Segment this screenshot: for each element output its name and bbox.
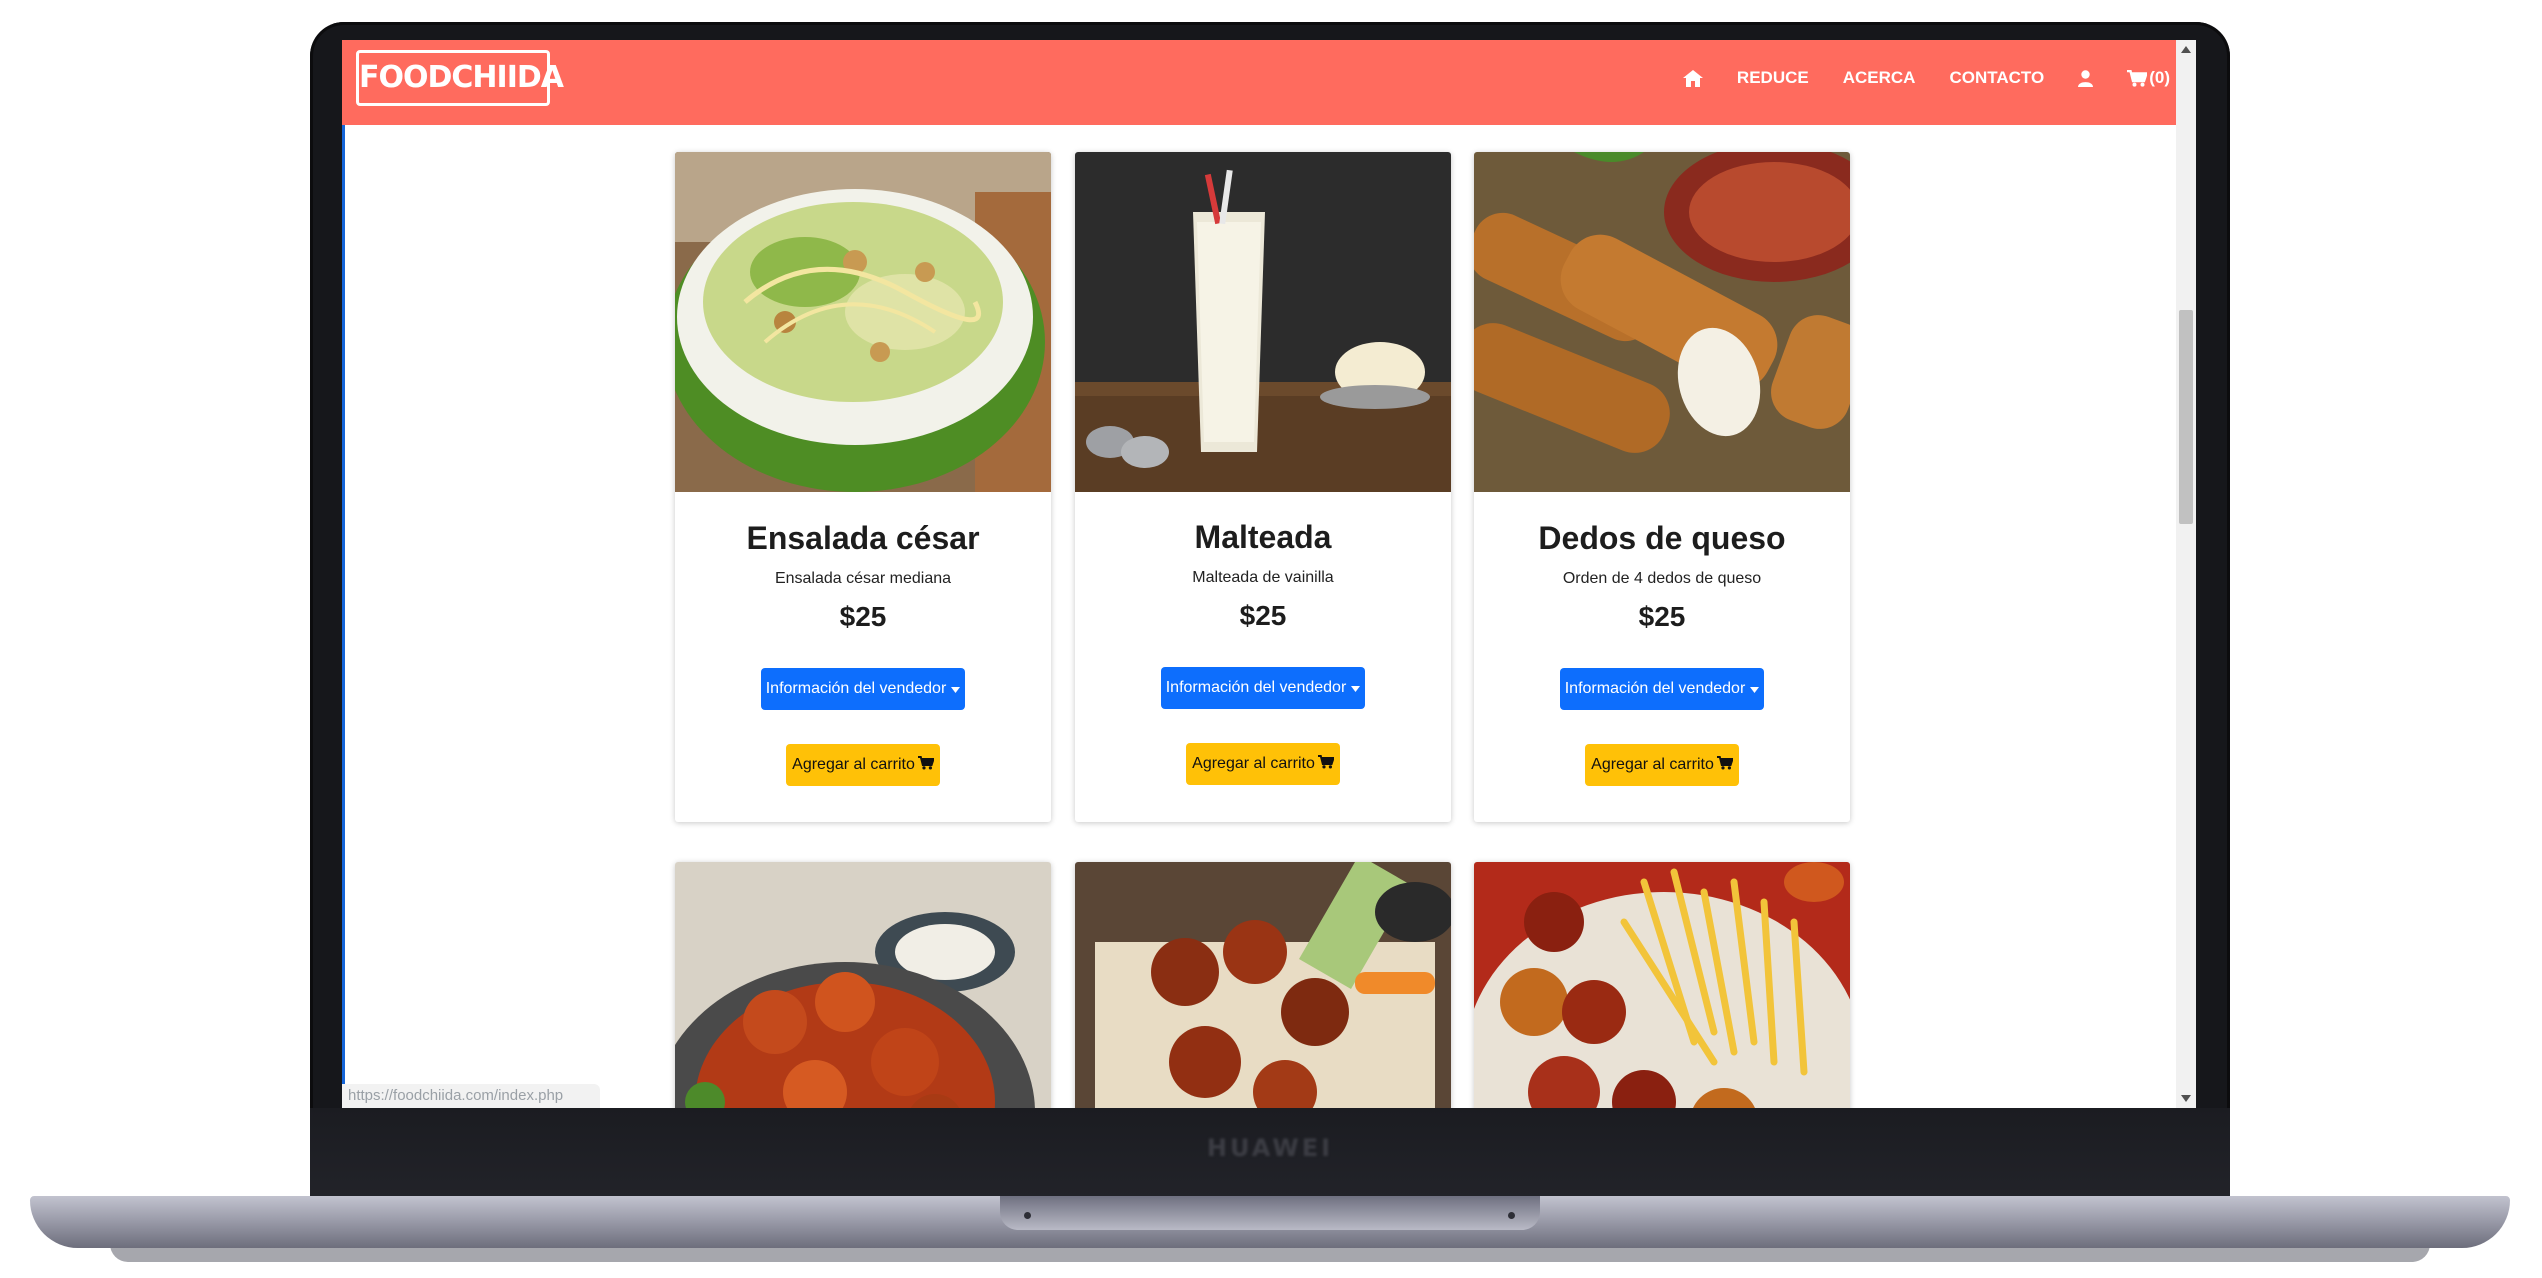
- product-card: Malteada Malteada de vainilla $25 Inform…: [1075, 152, 1451, 822]
- caret-down-icon: [1351, 679, 1361, 697]
- nav-links: REDUCE ACERCA CONTACTO (0): [1682, 68, 2170, 88]
- vendor-info-button[interactable]: Información del vendedor: [1161, 667, 1365, 709]
- laptop-brand: HUAWEI: [1206, 1134, 1334, 1162]
- product-title: Dedos de queso: [1538, 520, 1786, 556]
- add-to-cart-label: Agregar al carrito: [1591, 756, 1714, 773]
- product-title: Ensalada césar: [746, 520, 980, 556]
- home-icon[interactable]: [1682, 69, 1703, 87]
- product-price: $25: [839, 601, 887, 632]
- hinge-dot: [1508, 1212, 1515, 1219]
- browser-viewport: FOODCHIIDA REDUCE ACERCA CONTACTO (0) En…: [342, 40, 2196, 1108]
- caret-down-icon: [951, 680, 961, 698]
- product-card: [1075, 862, 1451, 1108]
- cart-icon: [1716, 755, 1734, 775]
- nav-link-contacto[interactable]: CONTACTO: [1949, 68, 2044, 88]
- cart-icon: [917, 755, 935, 775]
- add-to-cart-label: Agregar al carrito: [792, 756, 915, 773]
- product-card: Ensalada césar Ensalada césar mediana $2…: [675, 152, 1051, 822]
- product-description: Malteada de vainilla: [1192, 569, 1334, 586]
- page-scrollbar[interactable]: [2176, 40, 2196, 1108]
- vendor-info-button[interactable]: Información del vendedor: [761, 668, 965, 710]
- caesar-salad-image: [675, 152, 1051, 492]
- cart-icon: [1317, 754, 1335, 774]
- vendor-info-button[interactable]: Información del vendedor: [1560, 668, 1764, 710]
- product-card: [675, 862, 1051, 1108]
- add-to-cart-label: Agregar al carrito: [1192, 755, 1315, 772]
- product-card: Dedos de queso Orden de 4 dedos de queso…: [1474, 152, 1850, 822]
- site-logo[interactable]: FOODCHIIDA: [356, 50, 564, 106]
- add-to-cart-button[interactable]: Agregar al carrito: [1585, 744, 1739, 786]
- milkshake-image: [1075, 152, 1451, 492]
- product-description: Ensalada césar mediana: [774, 570, 952, 587]
- product-price: $25: [1638, 601, 1686, 632]
- laptop-hinge-notch: [1000, 1196, 1540, 1230]
- vendor-info-label: Información del vendedor: [1564, 680, 1746, 697]
- user-icon[interactable]: [2078, 69, 2094, 87]
- product-card: [1474, 862, 1850, 1108]
- scrollbar-thumb[interactable]: [2179, 310, 2193, 524]
- wings-and-fries-image: [1474, 862, 1850, 1108]
- cart-icon: [2127, 69, 2148, 87]
- add-to-cart-button[interactable]: Agregar al carrito: [1186, 743, 1340, 785]
- bbq-wings-image: [1075, 862, 1451, 1108]
- vendor-info-label: Información del vendedor: [765, 680, 947, 697]
- product-description: Orden de 4 dedos de queso: [1562, 570, 1762, 587]
- caret-down-icon: [1750, 680, 1760, 698]
- status-bar-url: https://foodchiida.com/index.php: [342, 1084, 600, 1108]
- cheese-sticks-image: [1474, 152, 1850, 492]
- cart-count: (0): [2149, 68, 2170, 87]
- buffalo-wings-image: [675, 862, 1051, 1108]
- product-price: $25: [1239, 600, 1287, 631]
- add-to-cart-button[interactable]: Agregar al carrito: [786, 744, 940, 786]
- nav-cart-button[interactable]: (0): [2127, 68, 2170, 88]
- vendor-info-label: Información del vendedor: [1165, 679, 1347, 696]
- scroll-down-icon[interactable]: [2181, 1095, 2191, 1102]
- product-title: Malteada: [1194, 519, 1332, 555]
- nav-link-reduce[interactable]: REDUCE: [1737, 68, 1809, 88]
- nav-link-acerca[interactable]: ACERCA: [1843, 68, 1916, 88]
- hinge-dot: [1024, 1212, 1031, 1219]
- scroll-up-icon[interactable]: [2181, 46, 2191, 53]
- navbar: FOODCHIIDA REDUCE ACERCA CONTACTO (0): [342, 40, 2196, 125]
- window-edge: [342, 40, 345, 1108]
